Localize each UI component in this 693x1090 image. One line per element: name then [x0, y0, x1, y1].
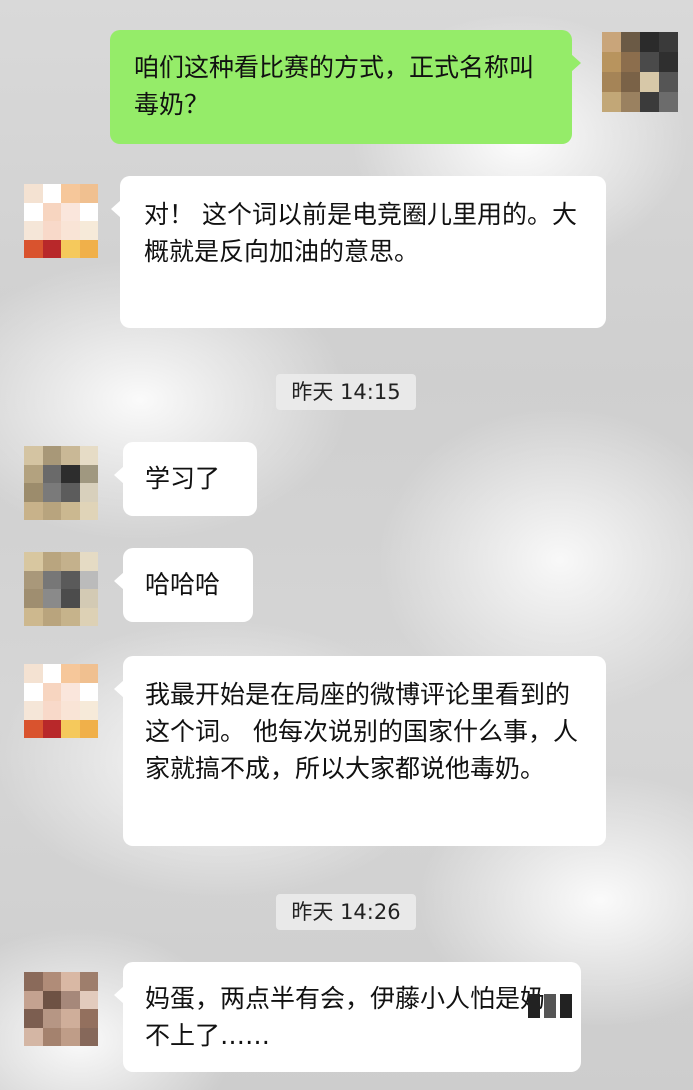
message-bubble-incoming[interactable]: 对！ 这个词以前是电竞圈儿里用的。大概就是反向加油的意思。 [111, 176, 606, 328]
avatar-contact-c[interactable] [24, 972, 98, 1046]
timestamp-divider: 昨天 14:26 [276, 894, 416, 930]
avatar-contact-a[interactable] [24, 184, 98, 258]
timestamp-divider: 昨天 14:15 [276, 374, 416, 410]
message-bubble-outgoing[interactable]: 咱们这种看比赛的方式，正式名称叫毒奶？ [110, 30, 581, 144]
message-bubble-incoming[interactable]: 我最开始是在局座的微博评论里看到的这个词。 他每次说别的国家什么事，人家就搞不成… [114, 656, 606, 846]
avatar-contact-a[interactable] [24, 664, 98, 738]
message-bubble-incoming[interactable]: 妈蛋，两点半有会，伊藤小人怕是奶不上了…… [114, 962, 581, 1072]
message-bubble-incoming[interactable]: 学习了 [114, 442, 257, 516]
avatar-contact-b[interactable] [24, 552, 98, 626]
avatar-contact-b[interactable] [24, 446, 98, 520]
message-bubble-incoming[interactable]: 哈哈哈 [114, 548, 253, 622]
redaction-mosaic [528, 994, 572, 1018]
avatar-self[interactable] [602, 32, 678, 112]
